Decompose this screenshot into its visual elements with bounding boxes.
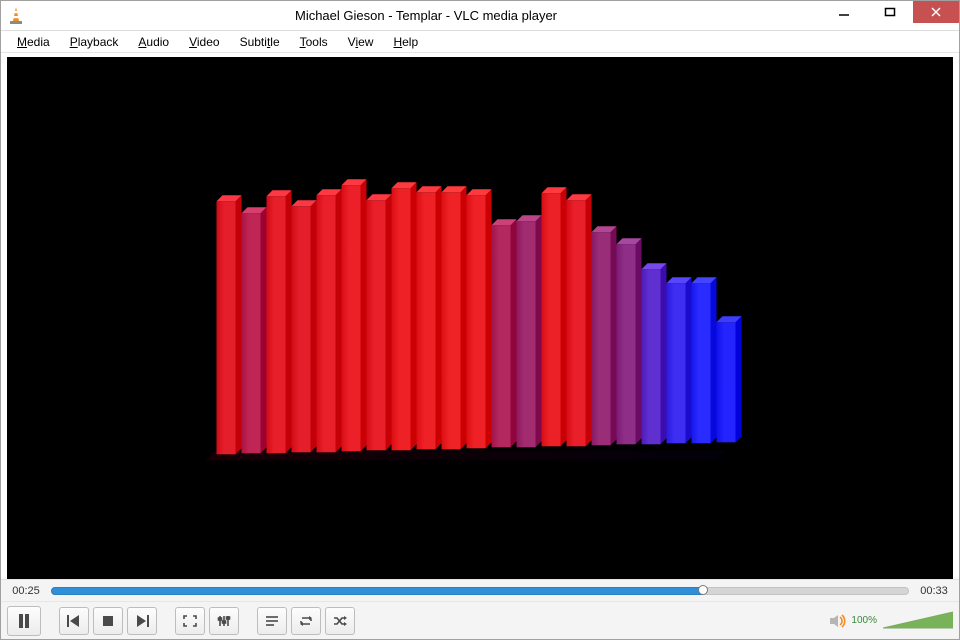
menu-help[interactable]: Help bbox=[383, 33, 428, 51]
maximize-button[interactable] bbox=[867, 1, 913, 23]
visualizer-bar bbox=[467, 195, 486, 448]
stop-icon bbox=[102, 615, 114, 627]
menu-audio[interactable]: Audio bbox=[128, 33, 179, 51]
mute-button[interactable] bbox=[829, 613, 847, 629]
seek-row: 00:25 00:33 bbox=[1, 579, 959, 601]
shuffle-icon bbox=[333, 615, 347, 627]
next-button[interactable] bbox=[127, 607, 157, 635]
pause-button[interactable] bbox=[7, 606, 41, 636]
equalizer-icon bbox=[217, 615, 231, 627]
visualizer-bar bbox=[667, 284, 686, 444]
pause-icon bbox=[18, 614, 30, 628]
menu-subtitle[interactable]: Subtitle bbox=[230, 33, 290, 51]
stop-button[interactable] bbox=[93, 607, 123, 635]
fullscreen-button[interactable] bbox=[175, 607, 205, 635]
time-elapsed[interactable]: 00:25 bbox=[9, 585, 43, 597]
skip-next-icon bbox=[135, 615, 149, 627]
playlist-button[interactable] bbox=[257, 607, 287, 635]
close-button[interactable] bbox=[913, 1, 959, 23]
loop-button[interactable] bbox=[291, 607, 321, 635]
visualizer-bar bbox=[342, 185, 361, 451]
playlist-icon bbox=[265, 615, 279, 627]
menu-tools[interactable]: Tools bbox=[290, 33, 338, 51]
shuffle-button[interactable] bbox=[325, 607, 355, 635]
minimize-button[interactable] bbox=[821, 1, 867, 23]
extended-settings-button[interactable] bbox=[209, 607, 239, 635]
controls-row: 100% bbox=[1, 601, 959, 639]
visualizer-bar bbox=[617, 245, 636, 445]
fullscreen-icon bbox=[183, 615, 197, 627]
visualizer-bar bbox=[442, 192, 461, 449]
volume-slider[interactable] bbox=[883, 610, 953, 632]
previous-button[interactable] bbox=[59, 607, 89, 635]
visualizer-bar bbox=[567, 200, 586, 446]
volume-label: 100% bbox=[851, 615, 877, 626]
visualizer-bar bbox=[542, 194, 561, 447]
visualizer-bar bbox=[317, 195, 336, 452]
menu-media[interactable]: Media bbox=[7, 33, 60, 51]
visualizer-bar bbox=[592, 232, 611, 445]
visualizer-bar bbox=[517, 221, 536, 447]
video-area[interactable] bbox=[7, 57, 953, 579]
time-total[interactable]: 00:33 bbox=[917, 585, 951, 597]
visualizer-bar bbox=[717, 322, 736, 442]
speaker-icon bbox=[829, 613, 847, 629]
window-title: Michael Gieson - Templar - VLC media pla… bbox=[31, 8, 821, 23]
titlebar[interactable]: Michael Gieson - Templar - VLC media pla… bbox=[1, 1, 959, 31]
visualizer-bar bbox=[367, 201, 386, 451]
app-window: Michael Gieson - Templar - VLC media pla… bbox=[0, 0, 960, 640]
seek-slider[interactable] bbox=[51, 586, 909, 596]
visualizer-bar bbox=[417, 193, 436, 450]
visualizer-bar bbox=[267, 196, 286, 453]
skip-previous-icon bbox=[67, 615, 81, 627]
visualizer-bar bbox=[242, 214, 261, 454]
loop-icon bbox=[299, 615, 313, 627]
visualizer-bar bbox=[392, 188, 411, 450]
app-icon bbox=[1, 1, 31, 31]
visualizer-bar bbox=[217, 201, 236, 454]
menu-view[interactable]: View bbox=[338, 33, 384, 51]
menubar: Media Playback Audio Video Subtitle Tool… bbox=[1, 31, 959, 53]
visualizer-bar bbox=[692, 283, 711, 443]
menu-video[interactable]: Video bbox=[179, 33, 229, 51]
menu-playback[interactable]: Playback bbox=[60, 33, 129, 51]
visualizer-bar bbox=[642, 269, 661, 444]
volume-control: 100% bbox=[829, 610, 953, 632]
visualizer-bar bbox=[492, 226, 511, 448]
visualizer-bar bbox=[292, 207, 311, 453]
window-buttons bbox=[821, 1, 959, 30]
visualizer bbox=[217, 164, 744, 454]
